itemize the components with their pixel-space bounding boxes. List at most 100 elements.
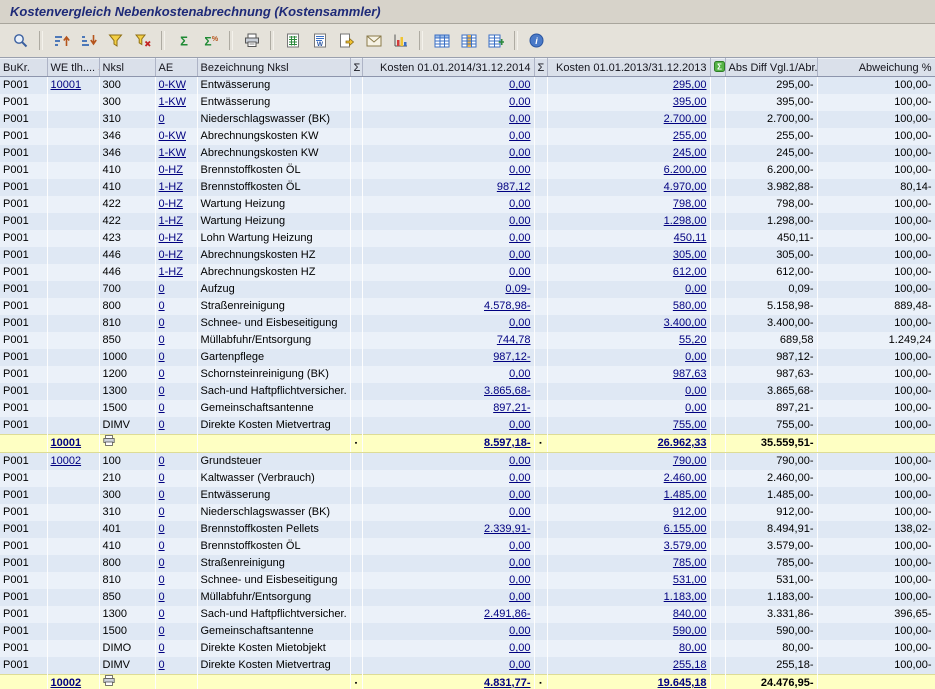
kosten-2014-link[interactable]: 0,00	[509, 249, 530, 261]
kosten-2014-link[interactable]: 0,00	[509, 455, 530, 467]
column-header-k2014[interactable]: Kosten 01.01.2014/31.12.2014	[362, 59, 534, 77]
kosten-2014-link[interactable]: 3.865,68-	[484, 385, 530, 397]
kosten-2014-link[interactable]: 0,00	[509, 642, 530, 654]
subtotal-icon[interactable]: Σ%	[197, 28, 224, 53]
kosten-2014-link[interactable]: 0,00	[509, 198, 530, 210]
kosten-2013-link[interactable]: 255,18	[673, 659, 707, 671]
ae-link[interactable]: 0	[159, 283, 165, 295]
column-header-sum_icon[interactable]: Σ	[710, 59, 725, 77]
kosten-2013-link[interactable]: 1.183,00	[664, 591, 707, 603]
subtotal-print-icon[interactable]	[103, 437, 115, 449]
kosten-2013-link[interactable]: 305,00	[673, 249, 707, 261]
we-link[interactable]: 10002	[51, 455, 82, 467]
column-header-bukr[interactable]: BuKr.	[0, 59, 47, 77]
kosten-2013-link[interactable]: 612,00	[673, 266, 707, 278]
ae-link[interactable]: 0	[159, 608, 165, 620]
ae-link[interactable]: 0	[159, 659, 165, 671]
kosten-2013-link[interactable]: 840,00	[673, 608, 707, 620]
insert-column-icon[interactable]	[455, 28, 482, 53]
kosten-2013-link[interactable]: 0,00	[685, 351, 706, 363]
ae-link[interactable]: 0-HZ	[159, 232, 183, 244]
ae-link[interactable]: 0	[159, 574, 165, 586]
ae-link[interactable]: 0	[159, 351, 165, 363]
kosten-2014-link[interactable]: 0,00	[509, 147, 530, 159]
kosten-2013-link[interactable]: 2.700,00	[664, 113, 707, 125]
column-freeze-icon[interactable]	[482, 28, 509, 53]
ae-link[interactable]: 1-HZ	[159, 266, 183, 278]
kosten-2014-link[interactable]: 0,00	[509, 96, 530, 108]
ae-link[interactable]: 1-HZ	[159, 181, 183, 193]
kosten-2013-link[interactable]: 1.298,00	[664, 215, 707, 227]
kosten-2014-link[interactable]: 987,12-	[493, 351, 530, 363]
ae-link[interactable]: 0-HZ	[159, 164, 183, 176]
kosten-2013-link[interactable]: 80,00	[679, 642, 707, 654]
subtotal-we-link[interactable]: 10002	[51, 677, 82, 689]
send-mail-icon[interactable]	[360, 28, 387, 53]
kosten-2013-link[interactable]: 590,00	[673, 625, 707, 637]
ae-link[interactable]: 1-HZ	[159, 215, 183, 227]
kosten-2013-link[interactable]: 785,00	[673, 557, 707, 569]
graphic-icon[interactable]	[387, 28, 414, 53]
kosten-2013-link[interactable]: 1.485,00	[664, 489, 707, 501]
grid-layout-icon[interactable]	[428, 28, 455, 53]
ae-link[interactable]: 0	[159, 557, 165, 569]
ae-link[interactable]: 0	[159, 385, 165, 397]
kosten-2013-link[interactable]: 987,63	[673, 368, 707, 380]
kosten-2014-link[interactable]: 0,00	[509, 130, 530, 142]
ae-link[interactable]: 0	[159, 113, 165, 125]
kosten-2014-link[interactable]: 0,00	[509, 232, 530, 244]
kosten-2014-link[interactable]: 0,00	[509, 557, 530, 569]
column-header-diff[interactable]: Abs Diff Vgl.1/Abr.	[725, 59, 817, 77]
kosten-2013-link[interactable]: 6.200,00	[664, 164, 707, 176]
kosten-2014-link[interactable]: 0,00	[509, 368, 530, 380]
ae-link[interactable]: 0	[159, 419, 165, 431]
kosten-2014-link[interactable]: 0,00	[509, 266, 530, 278]
kosten-2013-link[interactable]: 755,00	[673, 419, 707, 431]
kosten-2014-link[interactable]: 0,00	[509, 472, 530, 484]
ae-link[interactable]: 0	[159, 402, 165, 414]
choose-detail-icon[interactable]	[7, 28, 34, 53]
sort-ascending-icon[interactable]	[48, 28, 75, 53]
kosten-2013-link[interactable]: 580,00	[673, 300, 707, 312]
ae-link[interactable]: 0	[159, 334, 165, 346]
ae-link[interactable]: 0	[159, 591, 165, 603]
subtotal-kosten-2014-link[interactable]: 4.831,77-	[484, 677, 530, 689]
export-local-file-icon[interactable]	[333, 28, 360, 53]
column-header-nksl[interactable]: Nksl	[99, 59, 155, 77]
kosten-2013-link[interactable]: 395,00	[673, 96, 707, 108]
kosten-2013-link[interactable]: 912,00	[673, 506, 707, 518]
kosten-2013-link[interactable]: 245,00	[673, 147, 707, 159]
kosten-2014-link[interactable]: 897,21-	[493, 402, 530, 414]
export-word-icon[interactable]: W	[306, 28, 333, 53]
kosten-2013-link[interactable]: 3.579,00	[664, 540, 707, 552]
kosten-2013-link[interactable]: 798,00	[673, 198, 707, 210]
kosten-2014-link[interactable]: 2.339,91-	[484, 523, 530, 535]
kosten-2014-link[interactable]: 0,00	[509, 574, 530, 586]
kosten-2013-link[interactable]: 531,00	[673, 574, 707, 586]
kosten-2014-link[interactable]: 4.578,98-	[484, 300, 530, 312]
kosten-2013-link[interactable]: 0,00	[685, 385, 706, 397]
info-icon[interactable]: i	[523, 28, 550, 53]
kosten-2014-link[interactable]: 0,00	[509, 419, 530, 431]
ae-link[interactable]: 0	[159, 625, 165, 637]
kosten-2013-link[interactable]: 0,00	[685, 283, 706, 295]
ae-link[interactable]: 0	[159, 300, 165, 312]
ae-link[interactable]: 0-HZ	[159, 249, 183, 261]
ae-link[interactable]: 0	[159, 472, 165, 484]
ae-link[interactable]: 1-KW	[159, 96, 187, 108]
kosten-2014-link[interactable]: 0,00	[509, 540, 530, 552]
kosten-2014-link[interactable]: 0,00	[509, 591, 530, 603]
ae-link[interactable]: 0	[159, 489, 165, 501]
kosten-2013-link[interactable]: 55,20	[679, 334, 707, 346]
column-header-k2013[interactable]: Kosten 01.01.2013/31.12.2013	[547, 59, 710, 77]
kosten-2014-link[interactable]: 0,00	[509, 215, 530, 227]
total-icon[interactable]: Σ	[170, 28, 197, 53]
kosten-2014-link[interactable]: 0,09-	[505, 283, 530, 295]
subtotal-kosten-2013-link[interactable]: 19.645,18	[658, 677, 707, 689]
kosten-2013-link[interactable]: 4.970,00	[664, 181, 707, 193]
kosten-2013-link[interactable]: 6.155,00	[664, 523, 707, 535]
ae-link[interactable]: 0	[159, 455, 165, 467]
kosten-2013-link[interactable]: 450,11	[674, 232, 707, 244]
export-spreadsheet-icon[interactable]	[279, 28, 306, 53]
ae-link[interactable]: 0	[159, 523, 165, 535]
